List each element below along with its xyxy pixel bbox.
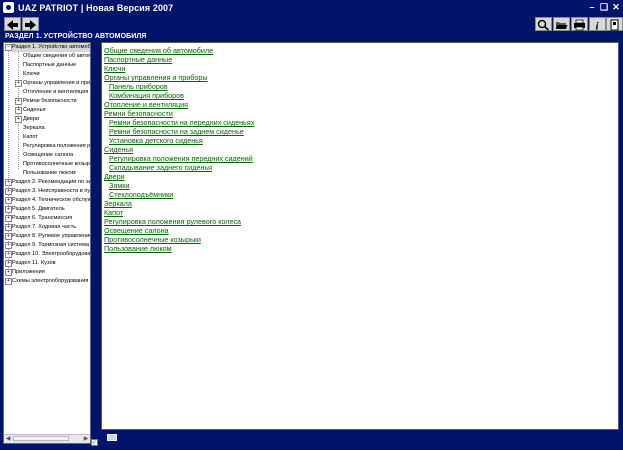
print-icon	[574, 19, 585, 31]
tree-expand-icon[interactable]: +	[5, 215, 12, 222]
tree-item-section[interactable]: Раздел 10. Электрооборудование	[12, 250, 90, 259]
tree-item[interactable]: Общие сведения об автомобиле	[23, 52, 90, 61]
tree-item[interactable]: Сиденья	[23, 106, 90, 115]
section-title: РАЗДЕЛ 1. УСТРОЙСТВО АВТОМОБИЛЯ	[5, 33, 147, 40]
arrow-right-icon	[25, 20, 36, 30]
tree-item[interactable]: Пользование люком	[23, 169, 90, 178]
tree-item-section[interactable]: Раздел 7. Ходовая часть	[12, 223, 90, 232]
content-link[interactable]: Комбинация приборов	[109, 91, 184, 100]
tree-item[interactable]: Двери	[23, 115, 90, 124]
content-link[interactable]: Ремни безопасности на передних сиденьях	[109, 118, 254, 127]
content-link[interactable]: Капот	[104, 208, 123, 217]
svg-text:i: i	[596, 21, 600, 32]
tree-collapse-icon[interactable]: –	[5, 44, 12, 51]
tree-item[interactable]: Ключи	[23, 70, 90, 79]
tree-expand-icon[interactable]: +	[15, 98, 22, 105]
tree-expand-icon[interactable]: +	[5, 242, 12, 249]
print-button[interactable]	[571, 17, 588, 31]
exit-button[interactable]	[606, 17, 623, 31]
tree-item[interactable]: Освещение салона	[23, 151, 90, 160]
search-icon	[537, 19, 550, 31]
tree-expand-icon[interactable]: +	[5, 278, 12, 285]
forward-button[interactable]	[22, 17, 39, 31]
tree-item[interactable]: Паспортные данные	[23, 61, 90, 70]
content-link[interactable]: Освещение салона	[104, 226, 169, 235]
tree-item-section[interactable]: Раздел 2. Рекомендации по эксплуатации	[12, 178, 90, 187]
tree-expand-icon[interactable]: +	[5, 197, 12, 204]
tree-item-section[interactable]: Приложения	[12, 268, 90, 277]
back-button[interactable]	[4, 17, 21, 31]
content-link[interactable]: Общие сведения об автомобиле	[104, 46, 213, 55]
tree-expand-icon[interactable]: +	[5, 206, 12, 213]
tree-item[interactable]: Регулировка положения рулевого колеса	[23, 142, 90, 151]
content-link[interactable]: Пользование люком	[104, 244, 172, 253]
search-button[interactable]	[535, 17, 552, 31]
content-link[interactable]: Ремни безопасности на заднем сиденье	[109, 127, 244, 136]
minimize-icon[interactable]: –	[587, 3, 597, 12]
content-link[interactable]: Паспортные данные	[104, 55, 172, 64]
tree-item[interactable]: Капот	[23, 133, 90, 142]
tree-item-section-1[interactable]: Раздел 1. Устройство автомобиля	[12, 43, 90, 52]
tree-item[interactable]: Зеркала	[23, 124, 90, 133]
content-link[interactable]: Регулировка положения передних сидений	[109, 154, 253, 163]
content-link[interactable]: Ключи	[104, 64, 125, 73]
tree-item[interactable]: Ремни безопасности	[23, 97, 90, 106]
close-icon[interactable]: ✕	[611, 3, 621, 12]
horizontal-scrollbar[interactable]: ◀ ▶	[4, 434, 90, 443]
tree-item-section[interactable]: Раздел 3. Неисправности в пути	[12, 187, 90, 196]
tree-item-section[interactable]: Раздел 4. Техническое обслуживание	[12, 196, 90, 205]
tree-expand-icon[interactable]: +	[5, 251, 12, 258]
content-panel: Общие сведения об автомобиле Паспортные …	[101, 42, 619, 430]
tree-expand-icon[interactable]: +	[5, 224, 12, 231]
app-icon	[3, 2, 14, 13]
scroll-thumb[interactable]	[13, 436, 69, 441]
content-link[interactable]: Установка детского сиденья	[109, 136, 203, 145]
tree-item[interactable]: Отопление и вентиляция	[23, 88, 90, 97]
content-link[interactable]: Замки	[109, 181, 129, 190]
status-bar	[101, 430, 619, 444]
tree-item-section[interactable]: Раздел 6. Трансмиссия	[12, 214, 90, 223]
content-link[interactable]: Ремни безопасности	[104, 109, 173, 118]
tree-expand-icon[interactable]: +	[5, 260, 12, 267]
title-bar: UAZ PATRIOT | Новая Версия 2007 – ❏ ✕	[0, 0, 623, 16]
tree-panel[interactable]: – Раздел 1. Устройство автомобиля Общие …	[3, 42, 91, 444]
tree-expand-icon[interactable]: +	[5, 233, 12, 240]
tree-expand-icon[interactable]: +	[5, 179, 12, 186]
content-link[interactable]: Органы управления и приборы	[104, 73, 208, 82]
restore-icon[interactable]: ❏	[599, 3, 609, 12]
tree-item[interactable]: Органы управления и приборы	[23, 79, 90, 88]
content-link[interactable]: Стеклоподъёмники	[109, 190, 173, 199]
window-title: UAZ PATRIOT | Новая Версия 2007	[18, 3, 174, 13]
tree-item-section[interactable]: Схемы электрооборудования	[12, 277, 90, 286]
tree-item-section[interactable]: Раздел 8. Рулевое управление	[12, 232, 90, 241]
scroll-right-icon[interactable]: ▶	[82, 435, 90, 443]
content-link[interactable]: Отопление и вентиляция	[104, 100, 188, 109]
tree-item-section[interactable]: Раздел 11. Кузов	[12, 259, 90, 268]
tree-item-section[interactable]: Раздел 9. Тормозная система	[12, 241, 90, 250]
tree-item-section[interactable]: Раздел 5. Двигатель	[12, 205, 90, 214]
content-link[interactable]: Зеркала	[104, 199, 132, 208]
open-button[interactable]	[553, 17, 570, 31]
tree-expand-icon[interactable]: +	[15, 80, 22, 87]
content-link[interactable]: Складывание заднего сиденья	[109, 163, 212, 172]
info-icon: i	[596, 21, 600, 33]
content-link[interactable]: Двери	[104, 172, 125, 181]
content-link[interactable]: Регулировка положения рулевого колеса	[104, 217, 241, 226]
checkmark-icon[interactable]: ✓	[91, 439, 98, 446]
content-link[interactable]: Сиденья	[104, 145, 133, 154]
arrow-left-icon	[7, 20, 18, 30]
exit-icon	[610, 19, 619, 31]
toolbar: i	[0, 16, 623, 33]
scroll-left-icon[interactable]: ◀	[4, 435, 12, 443]
tree-expand-icon[interactable]: +	[15, 116, 22, 123]
tree-expand-icon[interactable]: +	[5, 188, 12, 195]
tree-expand-icon[interactable]: +	[5, 269, 12, 276]
content-link[interactable]: Противосолнечные козырьки	[104, 235, 201, 244]
info-button[interactable]: i	[589, 17, 606, 33]
monitor-icon[interactable]	[107, 434, 117, 441]
tree-item[interactable]: Противосолнечные козырьки	[23, 160, 90, 169]
folder-icon	[556, 22, 568, 29]
tree-expand-icon[interactable]: +	[15, 107, 22, 114]
content-link[interactable]: Панель приборов	[109, 82, 168, 91]
